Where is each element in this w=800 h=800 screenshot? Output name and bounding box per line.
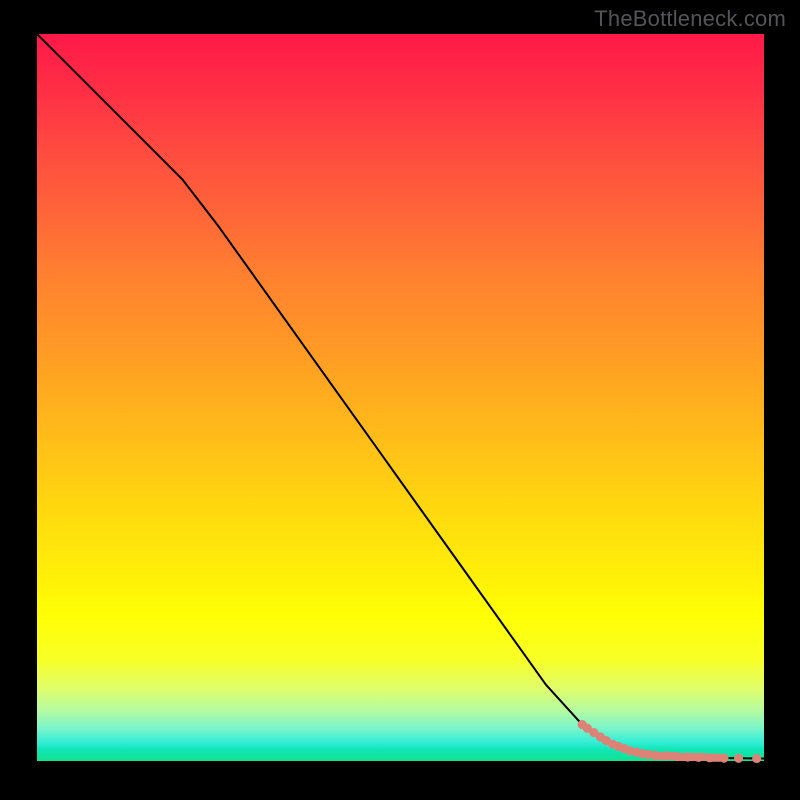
marker-dot bbox=[752, 754, 761, 763]
marker-dot bbox=[694, 753, 703, 762]
marker-dot bbox=[650, 751, 659, 760]
marker-dot bbox=[734, 754, 743, 763]
marker-dot-group bbox=[578, 720, 762, 763]
chart-frame: TheBottleneck.com bbox=[0, 0, 800, 800]
marker-dot bbox=[705, 753, 714, 762]
plot-area bbox=[37, 34, 764, 761]
marker-dot bbox=[683, 752, 692, 761]
marker-dot bbox=[672, 752, 681, 761]
watermark-text: TheBottleneck.com bbox=[594, 6, 786, 32]
chart-svg bbox=[37, 34, 764, 761]
bottleneck-curve bbox=[37, 34, 764, 758]
marker-dot bbox=[661, 751, 670, 760]
marker-dot bbox=[719, 753, 728, 762]
